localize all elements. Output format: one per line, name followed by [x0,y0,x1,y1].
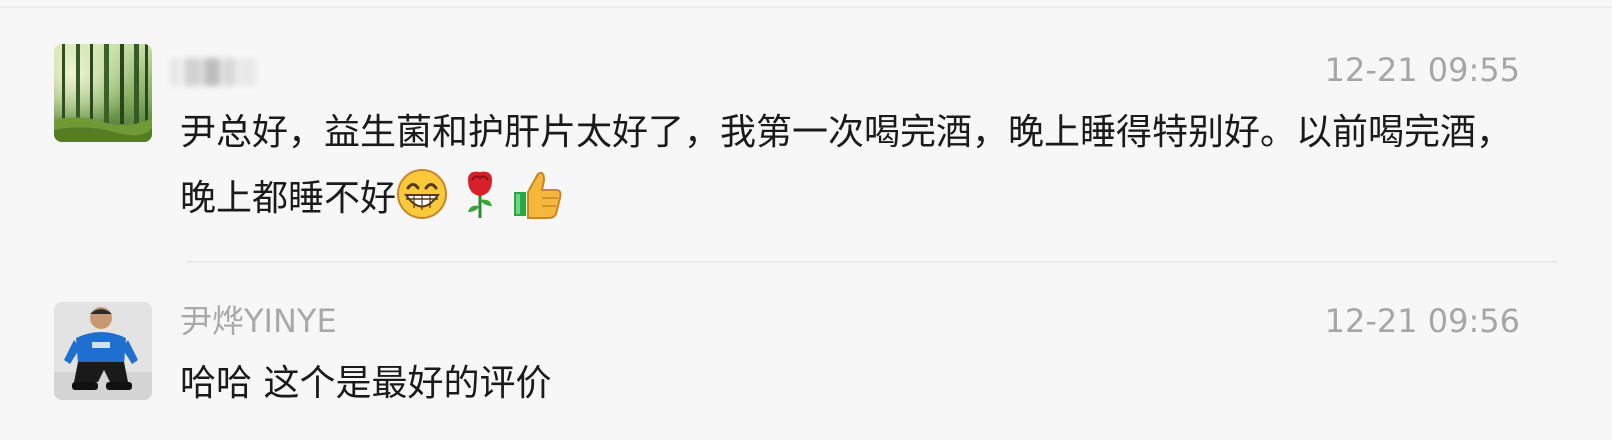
comment-text: 尹总好，益生菌和护肝片太好了，我第一次喝完酒，晚上睡得特别好。以前喝完酒，晚上都… [180,100,1520,232]
comment-timestamp: 12-21 09:56 [1324,302,1520,340]
thumbs-up-emoji [512,168,564,220]
comment-item: 尹烨YINYE 12-21 09:56 哈哈 这个是最好的评价 [0,262,1612,440]
rose-emoji [454,168,506,220]
person-avatar[interactable] [54,302,152,400]
comment-text-content: 尹总好，益生菌和护肝片太好了，我第一次喝完酒，晚上睡得特别好。以前喝完酒，晚上都… [180,112,1513,219]
comment-text: 哈哈 这个是最好的评价 [180,363,552,404]
forest-avatar[interactable] [54,44,152,142]
grinning-face-emoji [396,168,448,220]
comment-item: 12-21 09:55 尹总好，益生菌和护肝片太好了，我第一次喝完酒，晚上睡得特… [0,0,1612,262]
author-name[interactable]: 尹烨YINYE [180,301,337,341]
author-name-blurred [168,54,260,90]
comment-timestamp: 12-21 09:55 [1324,51,1520,89]
